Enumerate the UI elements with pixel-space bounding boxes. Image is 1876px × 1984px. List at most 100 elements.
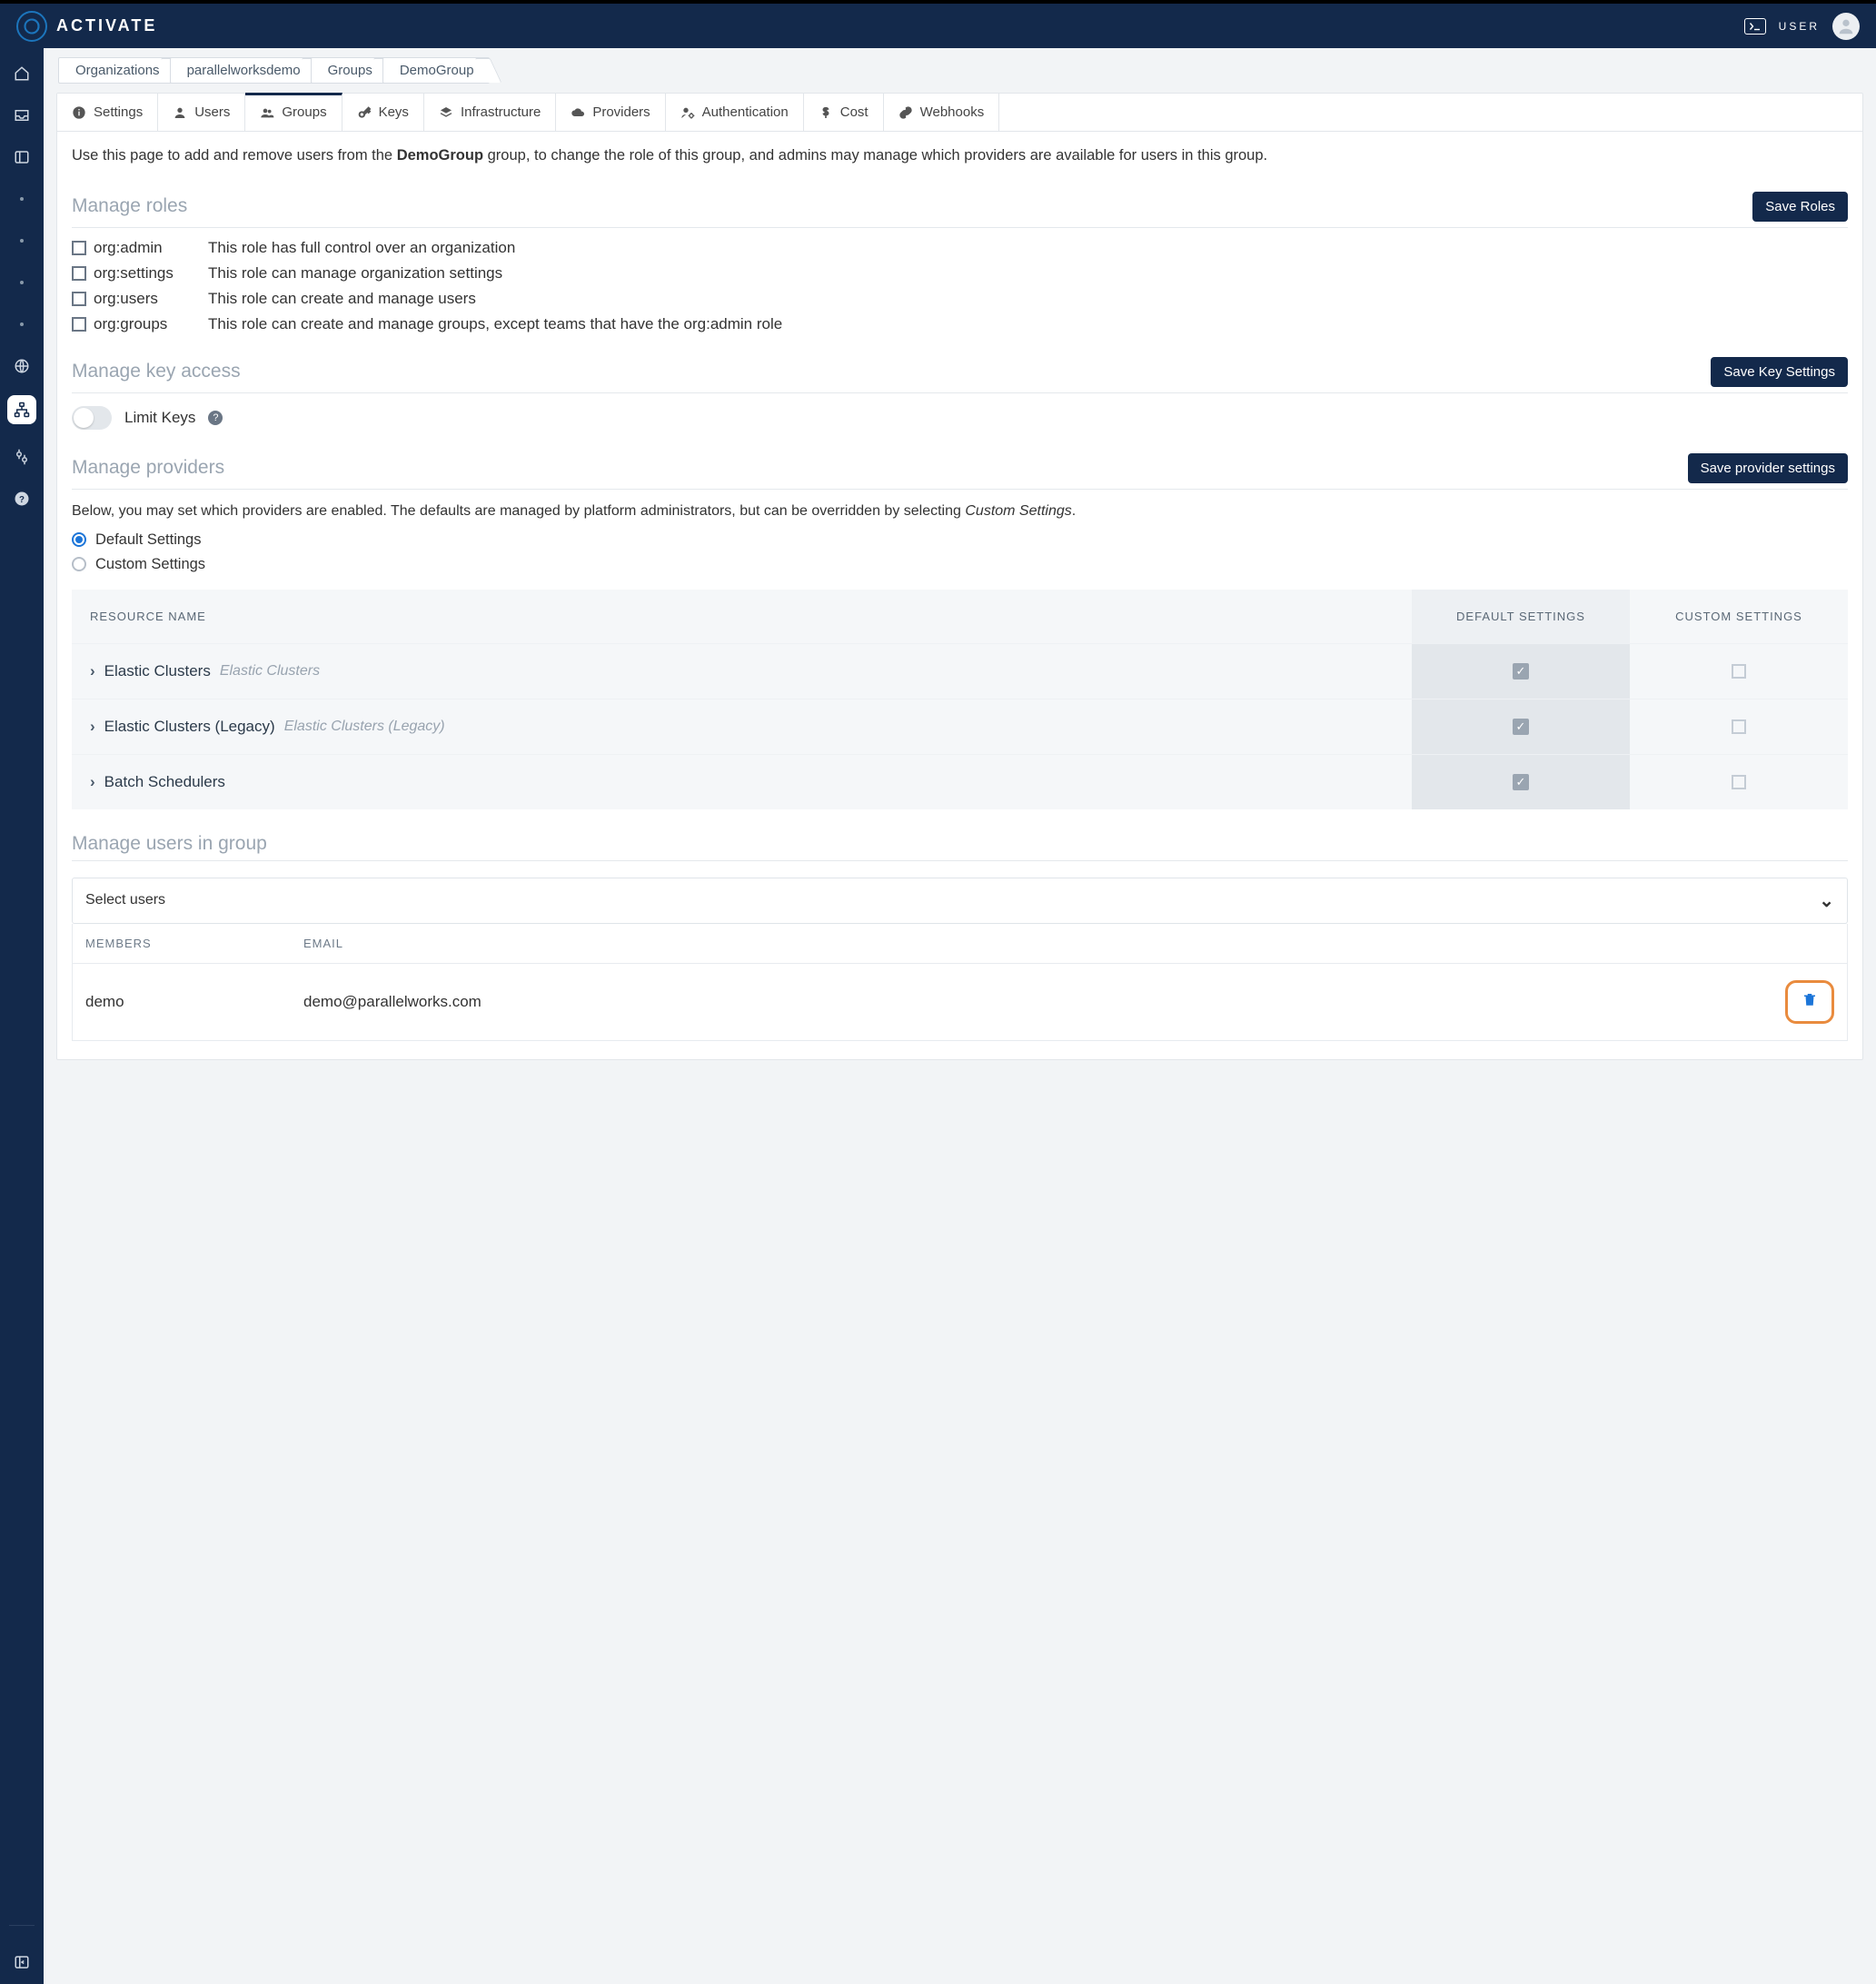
providers-description: Below, you may set which providers are e… (72, 501, 1848, 522)
provider-expand[interactable]: › Elastic Clusters (Legacy) Elastic Clus… (72, 699, 1412, 754)
tab-settings[interactable]: Settings (57, 94, 158, 131)
save-key-settings-button[interactable]: Save Key Settings (1711, 357, 1848, 387)
tab-cost[interactable]: Cost (804, 94, 884, 131)
crumb-organizations[interactable]: Organizations (58, 57, 175, 84)
user-icon (173, 105, 187, 120)
help-tooltip-icon[interactable]: ? (208, 411, 223, 425)
avatar[interactable] (1832, 13, 1860, 40)
checkbox-checked-icon[interactable]: ✓ (1513, 663, 1529, 680)
member-email: demo@parallelworks.com (303, 993, 1725, 1011)
role-org-users[interactable]: org:users (72, 290, 208, 308)
trash-icon (1802, 991, 1818, 1007)
crumb-group-name[interactable]: DemoGroup (382, 57, 490, 84)
role-desc: This role can create and manage users (208, 290, 1848, 308)
tab-label: Webhooks (920, 104, 985, 120)
member-name: demo (85, 993, 303, 1011)
tab-providers[interactable]: Providers (556, 94, 665, 131)
tab-webhooks[interactable]: Webhooks (884, 94, 1000, 131)
brand-name: ACTIVATE (56, 16, 157, 35)
role-desc: This role can create and manage groups, … (208, 315, 1848, 333)
manage-users-title: Manage users in group (72, 833, 267, 855)
highlight-annotation (1785, 980, 1834, 1024)
role-org-admin[interactable]: org:admin (72, 239, 208, 257)
chevron-right-icon: › (90, 662, 95, 680)
checkbox-checked-icon[interactable]: ✓ (1513, 719, 1529, 735)
tab-keys[interactable]: Keys (342, 94, 424, 131)
checkbox-icon[interactable] (72, 266, 86, 281)
inbox-icon[interactable] (13, 106, 31, 124)
tab-label: Providers (592, 104, 650, 120)
tab-infrastructure[interactable]: Infrastructure (424, 94, 556, 131)
tab-label: Users (194, 104, 230, 120)
checkbox-icon[interactable] (72, 241, 86, 255)
tab-label: Authentication (702, 104, 789, 120)
col-members: MEMBERS (85, 937, 303, 950)
tab-users[interactable]: Users (158, 94, 245, 131)
org-chart-icon[interactable] (7, 395, 36, 424)
manage-roles-title: Manage roles (72, 195, 187, 217)
breadcrumb: Organizations parallelworksdemo Groups D… (44, 48, 1876, 93)
tab-label: Settings (94, 104, 143, 120)
help-icon[interactable]: ? (13, 490, 31, 508)
tab-label: Groups (282, 104, 326, 120)
tab-authentication[interactable]: Authentication (666, 94, 804, 131)
provider-expand[interactable]: › Batch Schedulers (72, 755, 1412, 809)
tab-label: Infrastructure (461, 104, 541, 120)
layers-icon (439, 105, 453, 120)
select-users-placeholder: Select users (85, 892, 165, 908)
brand-logo-icon (16, 11, 47, 42)
chevron-right-icon: › (90, 773, 95, 791)
link-icon (898, 105, 913, 120)
collapse-sidebar-icon[interactable] (13, 1953, 31, 1971)
dollar-icon (819, 105, 833, 120)
checkbox-checked-icon[interactable]: ✓ (1513, 774, 1529, 790)
manage-providers-title: Manage providers (72, 457, 224, 479)
sidebar-dot-3[interactable] (13, 273, 31, 292)
terminal-icon[interactable] (1744, 18, 1766, 35)
tab-label: Cost (840, 104, 869, 120)
settings-gear-icon[interactable] (13, 448, 31, 466)
sidebar-dot-2[interactable] (13, 232, 31, 250)
limit-keys-toggle[interactable] (72, 406, 112, 430)
key-icon (357, 105, 372, 120)
checkbox-icon[interactable] (72, 292, 86, 306)
home-icon[interactable] (13, 64, 31, 83)
chevron-down-icon: ⌄ (1819, 889, 1834, 912)
tab-label: Keys (379, 104, 409, 120)
chevron-right-icon: › (90, 718, 95, 736)
col-resource-name: RESOURCE NAME (72, 590, 1412, 643)
checkbox-icon[interactable] (72, 317, 86, 332)
checkbox-empty-icon[interactable] (1732, 664, 1746, 679)
col-custom: CUSTOM SETTINGS (1630, 590, 1848, 643)
sidebar-dot-4[interactable] (13, 315, 31, 333)
roles-list: org:admin This role has full control ove… (72, 239, 1848, 333)
info-icon (72, 105, 86, 120)
col-email: EMAIL (303, 937, 1725, 950)
provider-expand[interactable]: › Elastic Clusters Elastic Clusters (72, 644, 1412, 699)
tab-groups[interactable]: Groups (245, 93, 342, 131)
checkbox-empty-icon[interactable] (1732, 719, 1746, 734)
radio-icon[interactable] (72, 557, 86, 571)
radio-default-settings[interactable]: Default Settings (72, 531, 1848, 549)
user-gear-icon (680, 105, 695, 120)
radio-custom-settings[interactable]: Custom Settings (72, 556, 1848, 573)
save-roles-button[interactable]: Save Roles (1752, 192, 1848, 222)
save-provider-settings-button[interactable]: Save provider settings (1688, 453, 1848, 483)
topbar: ACTIVATE USER (0, 0, 1876, 48)
delete-member-button[interactable] (1802, 991, 1818, 1012)
role-org-groups[interactable]: org:groups (72, 315, 208, 333)
member-row: demo demo@parallelworks.com (72, 964, 1848, 1041)
globe-icon[interactable] (13, 357, 31, 375)
provider-row: › Elastic Clusters (Legacy) Elastic Clus… (72, 699, 1848, 754)
radio-icon[interactable] (72, 532, 86, 547)
crumb-org-name[interactable]: parallelworksdemo (170, 57, 316, 84)
select-users-dropdown[interactable]: Select users ⌄ (72, 878, 1848, 924)
panel-icon[interactable] (13, 148, 31, 166)
brand[interactable]: ACTIVATE (16, 11, 157, 42)
checkbox-empty-icon[interactable] (1732, 775, 1746, 789)
svg-text:?: ? (19, 495, 25, 505)
crumb-groups[interactable]: Groups (311, 57, 388, 84)
sidebar-dot-1[interactable] (13, 190, 31, 208)
role-org-settings[interactable]: org:settings (72, 264, 208, 283)
provider-row: › Batch Schedulers ✓ (72, 754, 1848, 809)
